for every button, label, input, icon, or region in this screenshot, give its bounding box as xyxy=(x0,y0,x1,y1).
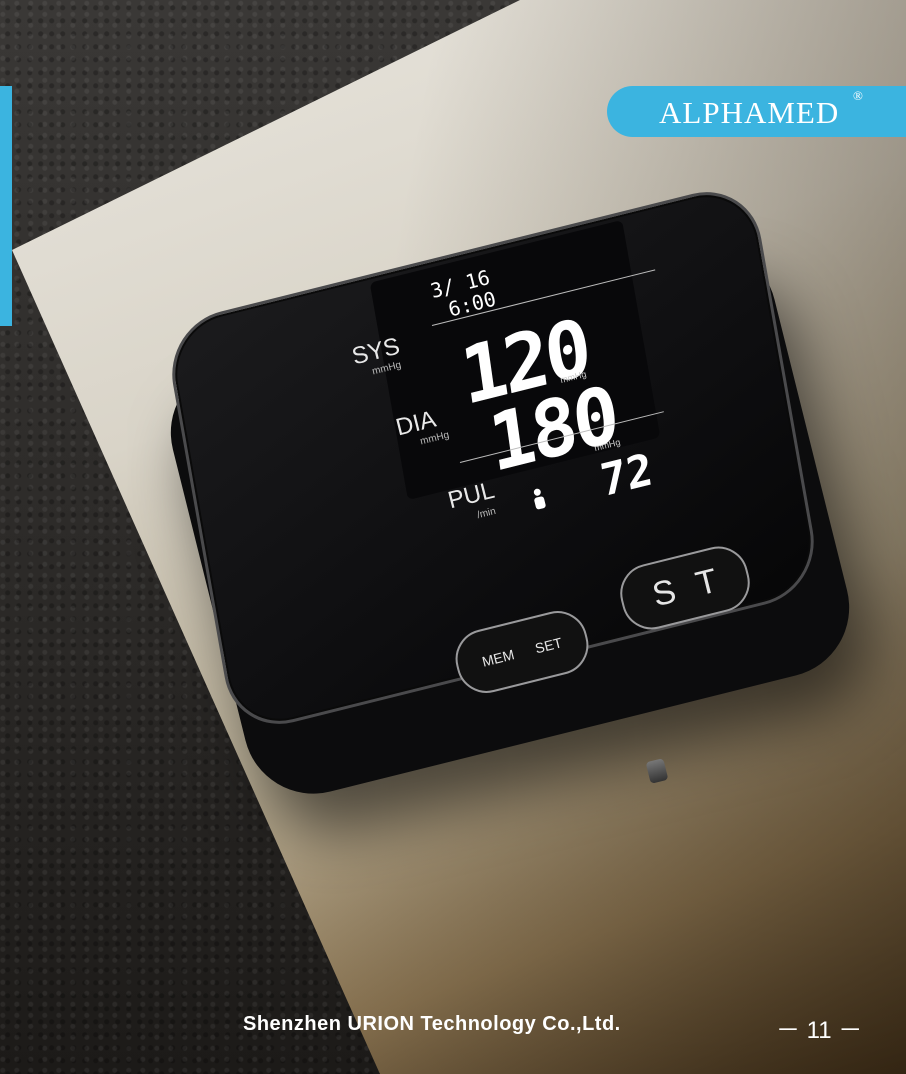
page: ALPHAMED ® 3/ 16 6:00 SYS mmHg 120 mmHg … xyxy=(0,0,906,1074)
page-number: － 11 － xyxy=(776,1017,863,1044)
mem-button-label: MEM xyxy=(480,646,516,670)
footer-company: Shenzhen URION Technology Co.,Ltd. xyxy=(243,1013,621,1035)
t-button-label: T xyxy=(691,561,722,604)
set-button-label: SET xyxy=(533,634,564,657)
person-icon xyxy=(531,487,548,511)
blood-pressure-monitor: 3/ 16 6:00 SYS mmHg 120 mmHg DIA mmHg 18… xyxy=(0,0,906,1074)
s-button-label: S xyxy=(648,571,680,614)
pul-value: 72 xyxy=(597,443,656,508)
lcd-readouts: 3/ 16 6:00 SYS mmHg 120 mmHg DIA mmHg 18… xyxy=(0,0,906,1074)
